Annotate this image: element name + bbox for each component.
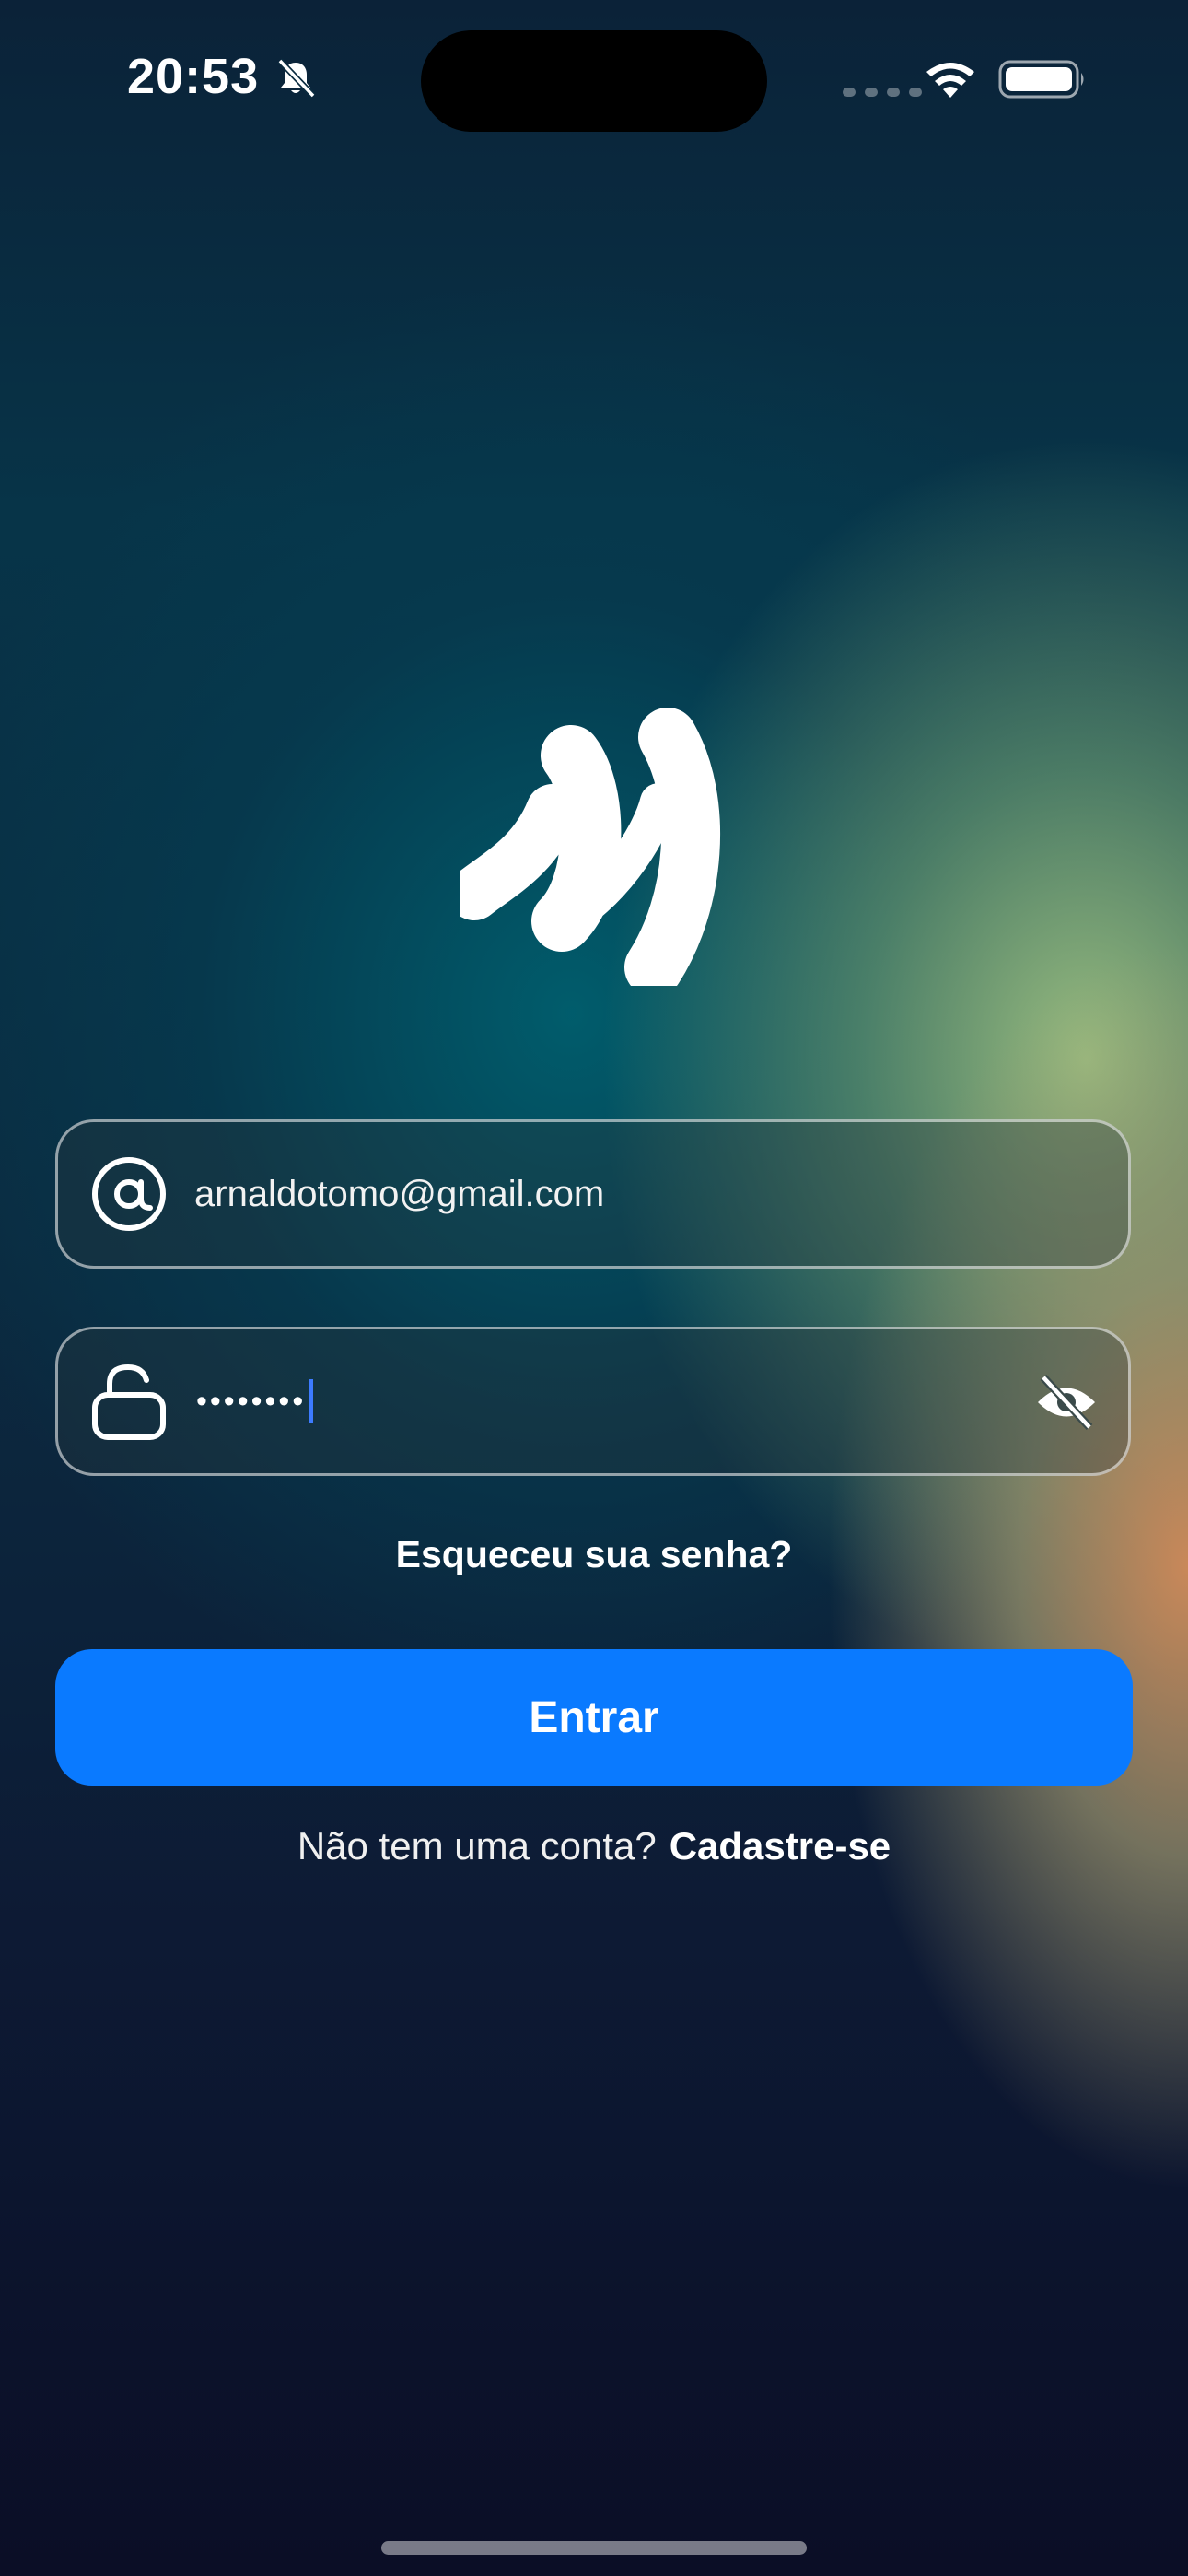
eye-slash-icon[interactable] [1034, 1374, 1099, 1431]
login-button[interactable]: Entrar [55, 1649, 1133, 1786]
password-value: •••••••• [196, 1379, 314, 1423]
bell-slash-icon [277, 58, 316, 99]
status-bar: 20:53 [0, 0, 1188, 157]
status-time: 20:53 [127, 49, 260, 104]
signup-prompt: Não tem uma conta? [297, 1824, 657, 1868]
password-field[interactable]: •••••••• [55, 1327, 1131, 1476]
wifi-icon [926, 63, 974, 98]
email-field[interactable]: arnaldotomo@gmail.com [55, 1119, 1131, 1269]
brand-logo-icon [460, 708, 721, 986]
forgot-password-link[interactable]: Esqueceu sua senha? [0, 1533, 1188, 1576]
password-masked-text: •••••••• [196, 1383, 307, 1419]
text-caret [309, 1379, 314, 1423]
home-indicator[interactable] [381, 2541, 807, 2555]
dynamic-island [421, 30, 767, 132]
unlock-icon [92, 1364, 166, 1440]
email-value: arnaldotomo@gmail.com [194, 1173, 605, 1214]
cellular-dots-icon [843, 88, 922, 97]
at-sign-icon [92, 1157, 166, 1231]
battery-icon [998, 60, 1084, 99]
signup-row: Não tem uma conta? Cadastre-se [0, 1824, 1188, 1868]
signup-link[interactable]: Cadastre-se [670, 1824, 891, 1868]
